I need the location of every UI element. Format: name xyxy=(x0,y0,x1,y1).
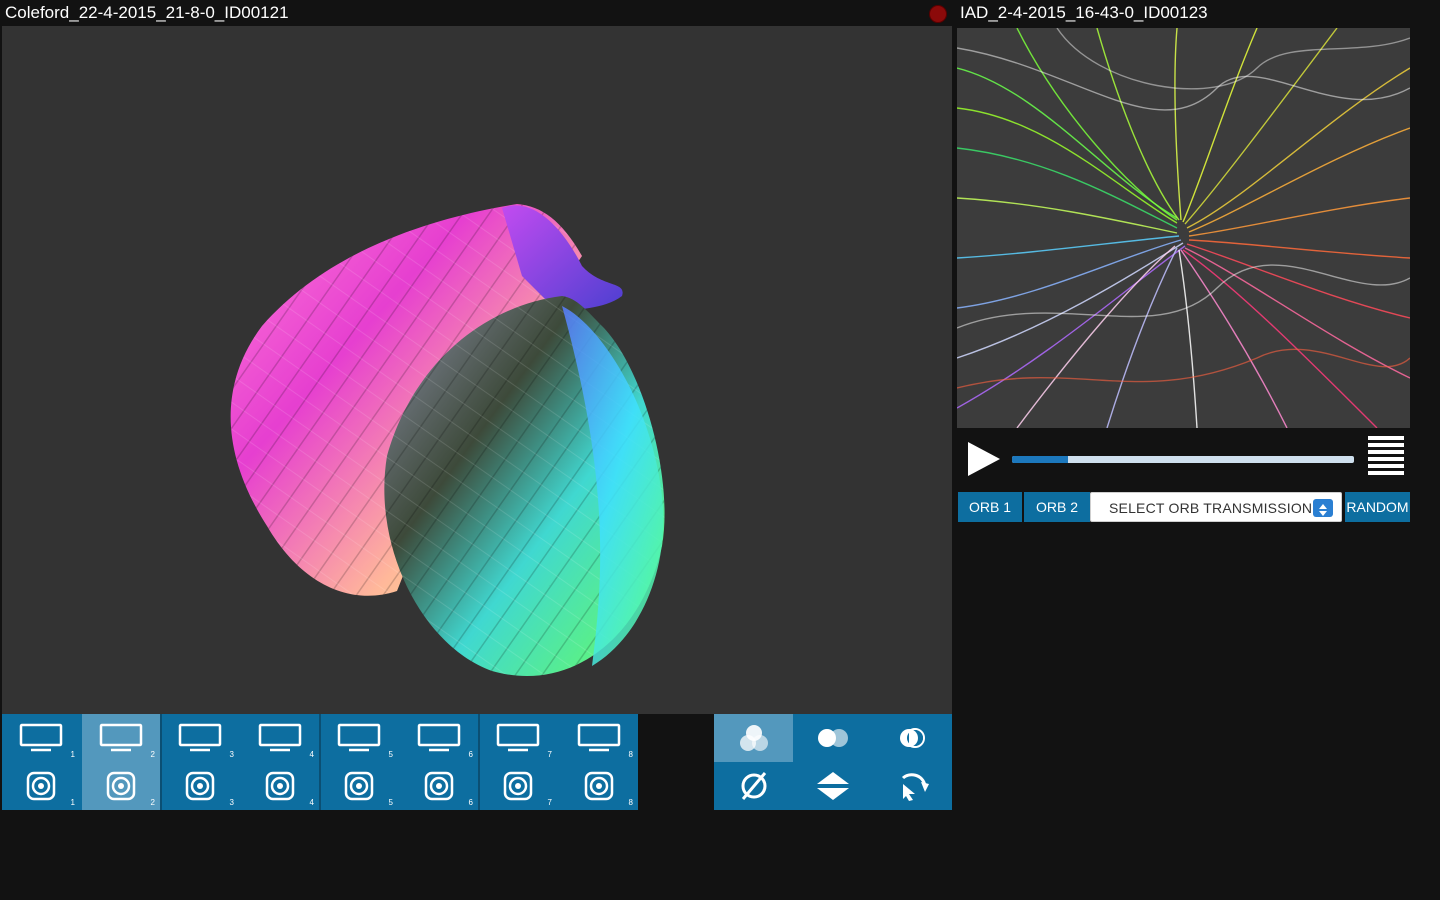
visibility-off-icon xyxy=(741,772,766,800)
screen-channel-1[interactable]: 1 xyxy=(2,714,80,762)
screen-channel-number: 6 xyxy=(468,750,473,759)
channel-divider xyxy=(478,714,480,810)
speaker-channel-number: 6 xyxy=(468,798,473,807)
random-button[interactable]: RANDOM xyxy=(1345,492,1410,522)
speaker-channel-number: 3 xyxy=(229,798,234,807)
3d-shell-render xyxy=(230,204,665,677)
screen-channel-number: 5 xyxy=(388,750,393,759)
transmission-preview[interactable] xyxy=(957,28,1410,428)
screen-channel-6[interactable]: 6 xyxy=(400,714,478,762)
screen-channel-number: 7 xyxy=(547,750,552,759)
two-circles-icon xyxy=(817,729,848,747)
monitor-icon xyxy=(417,723,461,752)
speaker-channel-number: 4 xyxy=(309,798,314,807)
monitor-icon xyxy=(337,723,381,752)
screen-channel-8[interactable]: 8 xyxy=(559,714,638,762)
monitor-icon xyxy=(258,723,302,752)
left-window-title: Coleford_22-4-2015_21-8-0_ID00121 xyxy=(0,0,952,26)
speaker-channel-1[interactable]: 1 xyxy=(2,762,80,810)
select-arrows-icon xyxy=(1313,499,1333,517)
main-3d-viewport[interactable] xyxy=(2,26,952,714)
speaker-icon xyxy=(344,771,374,801)
three-circles-blend-button[interactable] xyxy=(714,714,793,762)
orb-1-button[interactable]: ORB 1 xyxy=(958,492,1022,522)
overlap-circles-icon xyxy=(900,728,925,748)
screen-channel-4[interactable]: 4 xyxy=(241,714,319,762)
play-icon xyxy=(968,442,1000,476)
orb-2-button[interactable]: ORB 2 xyxy=(1024,492,1090,522)
speaker-channel-4[interactable]: 4 xyxy=(241,762,319,810)
speaker-channel-3[interactable]: 3 xyxy=(161,762,239,810)
hamburger-menu-icon[interactable] xyxy=(1368,436,1406,482)
monitor-icon xyxy=(19,723,63,752)
speaker-channel-number: 8 xyxy=(628,798,633,807)
screen-channel-number: 3 xyxy=(229,750,234,759)
speaker-icon xyxy=(26,771,56,801)
screen-channel-number: 4 xyxy=(309,750,314,759)
visibility-off-button[interactable] xyxy=(714,762,793,810)
speaker-icon xyxy=(106,771,136,801)
screen-channel-7[interactable]: 7 xyxy=(479,714,557,762)
screen-channel-2[interactable]: 2 xyxy=(82,714,160,762)
speaker-channel-8[interactable]: 8 xyxy=(559,762,638,810)
speaker-icon xyxy=(503,771,533,801)
speaker-channel-6[interactable]: 6 xyxy=(400,762,478,810)
streamline-render xyxy=(957,28,1410,428)
monitor-icon xyxy=(496,723,540,752)
right-window-title: IAD_2-4-2015_16-43-0_ID00123 xyxy=(960,3,1208,22)
rotate-cursor-button[interactable] xyxy=(872,762,952,810)
move-vertical-button[interactable] xyxy=(793,762,872,810)
overlap-circles-button[interactable] xyxy=(872,714,952,762)
speaker-channel-number: 1 xyxy=(70,798,75,807)
speaker-channel-number: 2 xyxy=(150,798,155,807)
move-vertical-icon xyxy=(816,772,849,800)
screen-channel-number: 2 xyxy=(150,750,155,759)
speaker-channel-7[interactable]: 7 xyxy=(479,762,557,810)
three-circles-blend-icon xyxy=(739,725,768,751)
speaker-channel-5[interactable]: 5 xyxy=(320,762,398,810)
rotate-cursor-icon xyxy=(901,773,929,801)
speaker-channel-2[interactable]: 2 xyxy=(82,762,160,810)
speaker-channel-number: 7 xyxy=(547,798,552,807)
speaker-channel-number: 5 xyxy=(388,798,393,807)
screen-channel-3[interactable]: 3 xyxy=(161,714,239,762)
monitor-icon xyxy=(99,723,143,752)
screen-channel-number: 8 xyxy=(628,750,633,759)
orb-transmission-select[interactable]: SELECT ORB TRANSMISSION xyxy=(1090,492,1342,522)
channel-divider xyxy=(319,714,321,810)
monitor-icon xyxy=(178,723,222,752)
play-button[interactable] xyxy=(962,438,1004,480)
playback-progress-fill xyxy=(1012,456,1069,463)
speaker-icon xyxy=(584,771,613,801)
speaker-icon xyxy=(185,771,215,801)
select-value: SELECT ORB TRANSMISSION xyxy=(1109,500,1313,516)
monitor-icon xyxy=(577,723,620,752)
playback-progress-bar[interactable] xyxy=(1012,456,1354,463)
speaker-icon xyxy=(424,771,454,801)
speaker-icon xyxy=(265,771,295,801)
record-dot-icon[interactable] xyxy=(929,5,947,23)
screen-channel-5[interactable]: 5 xyxy=(320,714,398,762)
channel-divider xyxy=(160,714,162,810)
two-circles-button[interactable] xyxy=(793,714,872,762)
screen-channel-number: 1 xyxy=(70,750,75,759)
